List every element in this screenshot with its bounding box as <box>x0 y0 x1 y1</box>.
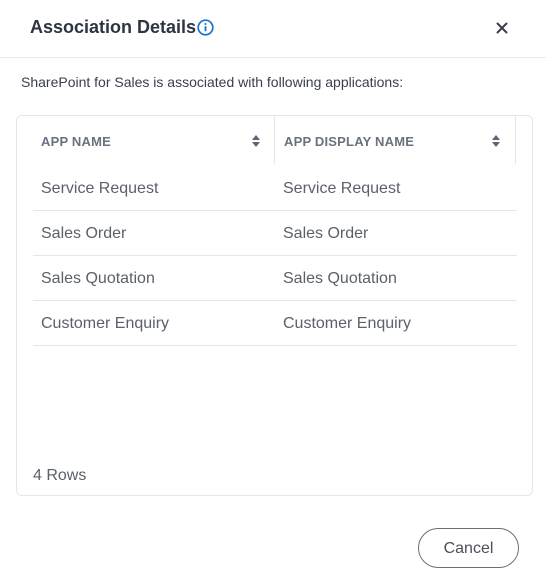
column-header-label: APP NAME <box>41 134 111 149</box>
table-row[interactable]: Customer Enquiry Customer Enquiry <box>33 301 517 346</box>
table-row[interactable]: Service Request Service Request <box>33 166 517 211</box>
app-name-cell: Sales Order <box>41 225 127 242</box>
column-header-label: APP DISPLAY NAME <box>284 134 415 149</box>
app-name-cell: Customer Enquiry <box>41 315 170 332</box>
sort-icon[interactable] <box>491 134 501 148</box>
app-name-cell: Service Request <box>41 180 159 197</box>
app-display-name-cell: Sales Quotation <box>283 270 397 287</box>
dialog-title: Association Details <box>30 17 197 37</box>
sort-icon[interactable] <box>251 134 261 148</box>
app-display-name-cell: Service Request <box>283 180 401 197</box>
dialog-header: Association Details <box>0 0 546 58</box>
association-details-dialog: Association Details SharePoint for Sales… <box>0 0 546 578</box>
app-display-name-cell: Sales Order <box>283 225 369 242</box>
applications-table: APP NAME APP DISPLAY NAME Service Reques… <box>16 115 533 496</box>
row-count: 4 Rows <box>33 467 87 484</box>
info-icon[interactable] <box>197 19 214 36</box>
app-display-name-cell: Customer Enquiry <box>283 315 412 332</box>
table-row[interactable]: Sales Order Sales Order <box>33 211 517 256</box>
cancel-button[interactable]: Cancel <box>418 528 519 568</box>
table-row[interactable]: Sales Quotation Sales Quotation <box>33 256 517 301</box>
column-header-app-name[interactable]: APP NAME <box>33 116 275 164</box>
dialog-description: SharePoint for Sales is associated with … <box>21 74 404 90</box>
column-header-app-display-name[interactable]: APP DISPLAY NAME <box>275 116 516 164</box>
close-icon[interactable] <box>492 18 512 38</box>
app-name-cell: Sales Quotation <box>41 270 155 287</box>
